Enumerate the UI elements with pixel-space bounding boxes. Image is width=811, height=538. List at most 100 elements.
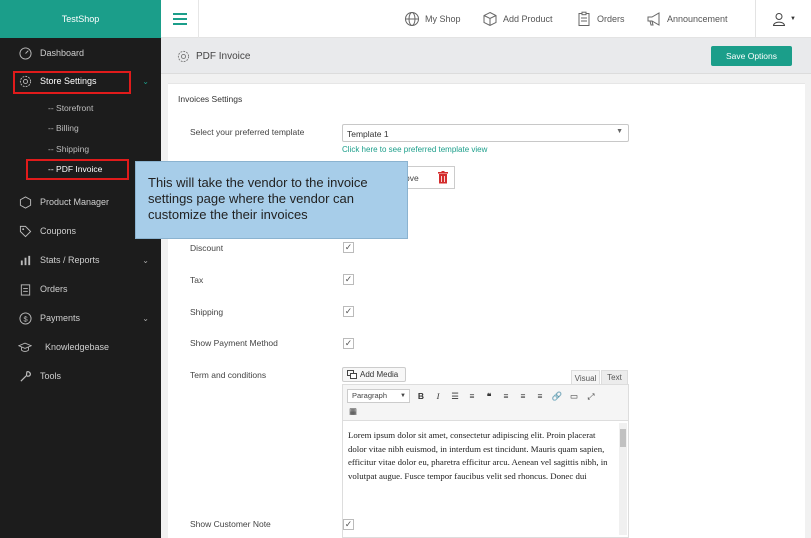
dollar-icon: $ bbox=[18, 311, 32, 325]
topnav-label: Announcement bbox=[667, 14, 728, 24]
template-value: Template 1 bbox=[347, 129, 389, 139]
numbered-list-icon[interactable]: ≡ bbox=[466, 390, 478, 402]
settings-panel: Invoices Settings Select your preferred … bbox=[168, 83, 805, 538]
sidebar-item-orders[interactable]: Orders bbox=[0, 277, 161, 301]
payment-method-checkbox[interactable]: ✓ bbox=[343, 338, 354, 349]
add-media-label: Add Media bbox=[360, 370, 399, 379]
terms-label: Term and conditions bbox=[190, 370, 267, 380]
user-icon bbox=[772, 13, 786, 26]
sidebar-label: Stats / Reports bbox=[40, 255, 100, 265]
graduation-cap-icon bbox=[18, 340, 32, 354]
sidebar-item-stats-reports[interactable]: Stats / Reports ⌄ bbox=[0, 248, 161, 272]
sidebar: Dashboard Store Settings ⌄ -- Storefront… bbox=[0, 38, 161, 538]
topnav-label: My Shop bbox=[425, 14, 461, 24]
link-icon[interactable]: 🔗 bbox=[551, 390, 563, 402]
highlight-store-settings bbox=[13, 71, 131, 94]
fullscreen-icon[interactable]: ⤢ bbox=[585, 390, 597, 402]
template-select[interactable]: Template 1 ▼ bbox=[342, 124, 629, 142]
chevron-down-icon: ⌄ bbox=[142, 255, 149, 265]
sidebar-label: Payments bbox=[40, 313, 81, 323]
paragraph-value: Paragraph bbox=[352, 391, 388, 400]
tab-text[interactable]: Text bbox=[601, 370, 628, 385]
chart-icon bbox=[18, 253, 32, 267]
sidebar-subitem-shipping[interactable]: -- Shipping bbox=[48, 144, 89, 154]
sidebar-item-tools[interactable]: Tools bbox=[0, 364, 161, 388]
topnav-my-shop[interactable]: My Shop bbox=[404, 0, 461, 38]
highlight-pdf-invoice bbox=[26, 159, 129, 180]
discount-checkbox[interactable]: ✓ bbox=[343, 242, 354, 253]
clipboard-icon bbox=[18, 282, 32, 296]
globe-icon bbox=[405, 12, 419, 26]
shipping-checkbox[interactable]: ✓ bbox=[343, 306, 354, 317]
paragraph-select[interactable]: Paragraph ▼ bbox=[347, 389, 410, 403]
hamburger-menu-icon[interactable] bbox=[161, 0, 199, 38]
toolbar-toggle-icon[interactable]: ▦ bbox=[347, 405, 359, 417]
topnav-label: Orders bbox=[597, 14, 625, 24]
topnav-label: Add Product bbox=[503, 14, 553, 24]
svg-text:$: $ bbox=[23, 314, 27, 323]
bold-icon[interactable]: B bbox=[415, 390, 427, 402]
page-header: PDF Invoice Save Options bbox=[161, 38, 811, 74]
topnav-announcement[interactable]: Announcement bbox=[646, 0, 728, 38]
chevron-down-icon: ▼ bbox=[616, 128, 623, 135]
topnav-add-product[interactable]: Add Product bbox=[482, 0, 553, 38]
sidebar-label: Dashboard bbox=[40, 48, 85, 58]
main-content: PDF Invoice Save Options Invoices Settin… bbox=[161, 38, 811, 538]
read-more-icon[interactable]: ▭ bbox=[568, 390, 580, 402]
box-icon bbox=[483, 11, 497, 27]
template-preview-link[interactable]: Click here to see preferred template vie… bbox=[342, 145, 487, 154]
caret-down-icon: ▼ bbox=[790, 16, 796, 22]
section-title: Invoices Settings bbox=[178, 94, 243, 104]
chevron-down-icon: ⌄ bbox=[142, 76, 149, 86]
align-left-icon[interactable]: ≡ bbox=[500, 390, 512, 402]
sidebar-label: Orders bbox=[40, 284, 68, 294]
wrench-icon bbox=[18, 369, 32, 383]
sidebar-item-knowledgebase[interactable]: Knowledgebase bbox=[0, 335, 161, 359]
megaphone-icon bbox=[647, 12, 660, 26]
scrollbar-thumb[interactable] bbox=[620, 429, 626, 447]
sidebar-label: Tools bbox=[40, 371, 62, 381]
customer-note-checkbox[interactable]: ✓ bbox=[343, 519, 354, 530]
discount-label: Discount bbox=[190, 243, 224, 253]
page-title: PDF Invoice bbox=[196, 51, 251, 62]
editor-content[interactable]: Lorem ipsum dolor sit amet, consectetur … bbox=[348, 429, 616, 483]
dashboard-icon bbox=[18, 46, 32, 60]
topnav-orders[interactable]: Orders bbox=[576, 0, 625, 38]
tax-checkbox[interactable]: ✓ bbox=[343, 274, 354, 285]
tax-label: Tax bbox=[190, 275, 204, 285]
editor-scrollbar[interactable] bbox=[619, 423, 627, 535]
trash-icon bbox=[438, 171, 448, 184]
align-right-icon[interactable]: ≡ bbox=[534, 390, 546, 402]
sidebar-item-dashboard[interactable]: Dashboard bbox=[0, 41, 161, 65]
top-bar: My Shop Add Product Orders Announcement … bbox=[161, 0, 811, 38]
sidebar-label: Coupons bbox=[40, 226, 77, 236]
media-icon bbox=[347, 370, 357, 379]
sidebar-label: Knowledgebase bbox=[45, 342, 110, 352]
add-media-button[interactable]: Add Media bbox=[342, 367, 406, 382]
blockquote-icon[interactable]: ❝ bbox=[483, 390, 495, 402]
save-options-button[interactable]: Save Options bbox=[711, 46, 792, 66]
bullet-list-icon[interactable]: ☰ bbox=[449, 390, 461, 402]
editor-toolbar: Paragraph ▼ B I ☰ ≡ ❝ ≡ ≡ ≡ 🔗 ▭ ⤢ ▦ bbox=[343, 385, 628, 421]
annotation-tooltip: This will take the vendor to the invoice… bbox=[135, 161, 408, 239]
italic-icon[interactable]: I bbox=[432, 390, 444, 402]
brand-logo[interactable]: TestShop bbox=[0, 0, 161, 38]
clipboard-icon bbox=[578, 11, 590, 26]
tab-visual[interactable]: Visual bbox=[571, 370, 600, 385]
shipping-label: Shipping bbox=[190, 307, 224, 317]
tag-icon bbox=[18, 224, 32, 238]
template-label: Select your preferred template bbox=[190, 127, 305, 137]
sidebar-label: Product Manager bbox=[40, 197, 110, 207]
cube-icon bbox=[18, 195, 32, 209]
gear-icon bbox=[177, 50, 190, 63]
terms-editor[interactable]: Paragraph ▼ B I ☰ ≡ ❝ ≡ ≡ ≡ 🔗 ▭ ⤢ ▦ Lore… bbox=[342, 384, 629, 538]
chevron-down-icon: ⌄ bbox=[142, 313, 149, 323]
align-center-icon[interactable]: ≡ bbox=[517, 390, 529, 402]
payment-method-label: Show Payment Method bbox=[190, 338, 278, 348]
caret-down-icon: ▼ bbox=[400, 393, 406, 399]
customer-note-label: Show Customer Note bbox=[190, 519, 271, 529]
sidebar-subitem-storefront[interactable]: -- Storefront bbox=[48, 103, 93, 113]
sidebar-subitem-billing[interactable]: -- Billing bbox=[48, 123, 79, 133]
sidebar-item-payments[interactable]: $ Payments ⌄ bbox=[0, 306, 161, 330]
user-menu[interactable]: ▼ bbox=[755, 0, 811, 38]
